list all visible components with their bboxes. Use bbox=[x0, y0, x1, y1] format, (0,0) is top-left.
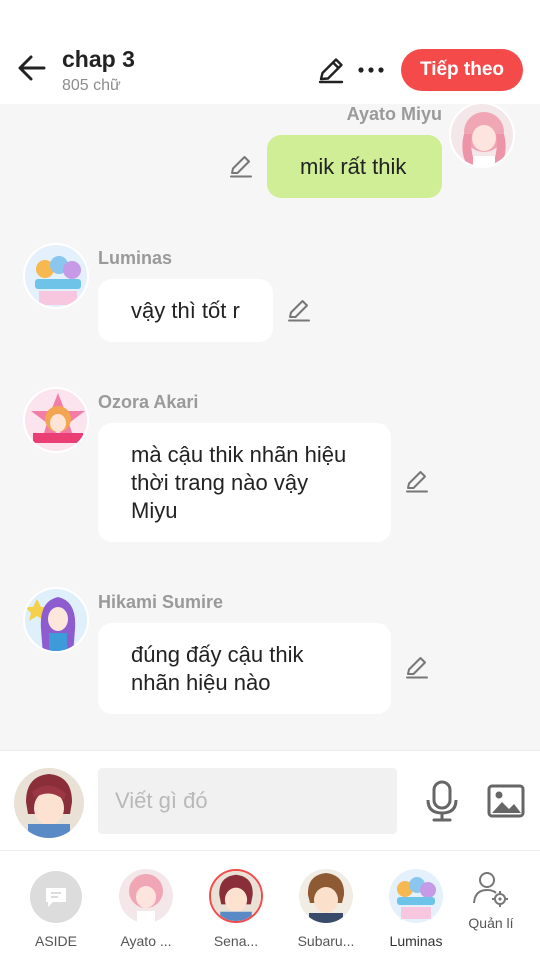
message-text: mà cậu thik nhãn hiệu thời trang nào vậy… bbox=[131, 441, 347, 523]
character-aside[interactable]: ASIDE bbox=[11, 869, 101, 949]
message-bubble-outgoing[interactable]: mik rất thik bbox=[267, 135, 442, 198]
chat-area: Ayato Miyu mik rất thik Luminas vậy thì … bbox=[0, 102, 540, 750]
sender-name: Ozora Akari bbox=[98, 392, 199, 412]
avatar-subaru bbox=[299, 869, 353, 923]
microphone-icon[interactable] bbox=[422, 779, 462, 823]
manage-characters[interactable]: Quản lí bbox=[448, 869, 534, 931]
image-icon[interactable] bbox=[486, 781, 526, 821]
top-bar: chap 3 805 chữ Tiếp theo bbox=[0, 0, 540, 104]
avatar-luminas-small bbox=[389, 869, 443, 923]
sender-name: Luminas bbox=[98, 248, 173, 268]
message-bubble[interactable]: mà cậu thik nhãn hiệu thời trang nào vậy… bbox=[98, 423, 391, 542]
message-bubble[interactable]: đúng đấy cậu thik nhãn hiệu nào bbox=[98, 623, 391, 714]
edit-message-icon[interactable] bbox=[286, 297, 312, 323]
message-input[interactable] bbox=[98, 768, 397, 834]
message-text: vậy thì tốt r bbox=[131, 297, 240, 323]
chat-bubble-icon bbox=[30, 871, 82, 923]
character-label: ASIDE bbox=[34, 933, 77, 949]
sender-name: Ayato Miyu bbox=[346, 104, 442, 124]
avatar-ayato bbox=[119, 869, 173, 923]
edit-message-icon[interactable] bbox=[404, 468, 430, 494]
composer-bar bbox=[0, 750, 540, 850]
edit-message-icon[interactable] bbox=[228, 153, 254, 179]
edit-pencil-icon[interactable] bbox=[316, 55, 346, 85]
character-label: Sena... bbox=[213, 933, 259, 949]
avatar-luminas[interactable] bbox=[23, 243, 89, 309]
avatar-ayato-miyu[interactable] bbox=[449, 102, 515, 168]
character-label: Quản lí bbox=[468, 915, 514, 931]
edit-message-icon[interactable] bbox=[404, 654, 430, 680]
character-ayato[interactable]: Ayato ... bbox=[101, 869, 191, 949]
sender-name: Hikami Sumire bbox=[98, 592, 224, 612]
message-text: đúng đấy cậu thik nhãn hiệu nào bbox=[131, 641, 304, 695]
avatar-hikami-sumire[interactable] bbox=[23, 587, 89, 653]
avatar-sena bbox=[209, 869, 263, 923]
character-sena[interactable]: Sena... bbox=[191, 869, 281, 949]
character-label: Luminas bbox=[389, 933, 443, 949]
character-label: Ayato ... bbox=[120, 933, 172, 949]
message-bubble[interactable]: vậy thì tốt r bbox=[98, 279, 273, 342]
avatar-ozora-akari[interactable] bbox=[23, 387, 89, 453]
next-chapter-button[interactable]: Tiếp theo bbox=[401, 49, 523, 91]
word-count: 805 chữ bbox=[62, 77, 121, 94]
message-text: mik rất thik bbox=[300, 153, 407, 179]
more-options-icon[interactable] bbox=[356, 55, 386, 85]
character-subaru[interactable]: Subaru... bbox=[281, 869, 371, 949]
character-bar: ASIDE Ayato ... Sena... Subaru... Lumina… bbox=[0, 850, 540, 960]
character-label: Subaru... bbox=[297, 933, 355, 949]
user-settings-icon bbox=[473, 872, 508, 907]
current-character-avatar[interactable] bbox=[14, 768, 84, 838]
chapter-title: chap 3 bbox=[62, 46, 135, 72]
back-arrow-icon[interactable] bbox=[14, 50, 50, 86]
